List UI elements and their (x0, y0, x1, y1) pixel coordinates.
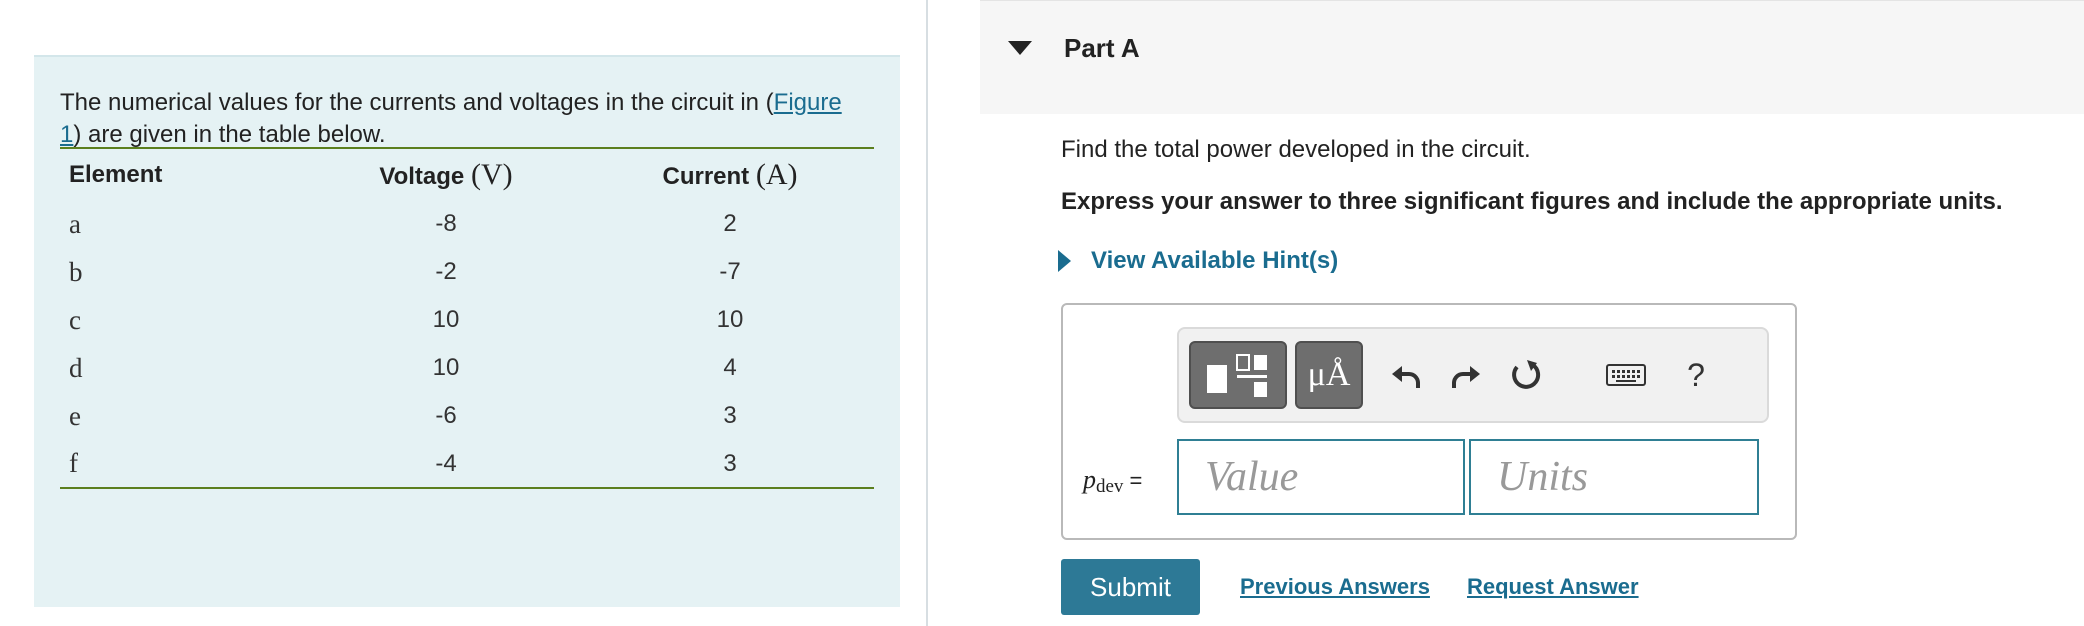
table-header-row: Element Voltage (V) Current (A) (60, 148, 874, 200)
instruction-text: Express your answer to three significant… (1061, 188, 2003, 215)
voltage-cell: -6 (435, 402, 457, 429)
panel-divider (926, 0, 928, 626)
voltage-cell: -2 (435, 258, 457, 285)
current-cell: -7 (719, 258, 741, 285)
part-title: Part A (1064, 33, 1140, 63)
table-row: d 10 4 (60, 344, 874, 392)
table-row: b -2 -7 (60, 248, 874, 296)
math-toolbar: μÅ ? (1177, 327, 1769, 423)
units-input[interactable] (1469, 439, 1759, 515)
element-cell: f (60, 440, 306, 489)
values-table: Element Voltage (V) Current (A) a -8 2 b -2… (60, 147, 874, 489)
table-row: a -8 2 (60, 200, 874, 248)
templates-button[interactable] (1189, 341, 1287, 409)
question-text: Find the total power developed in the ci… (1061, 136, 1531, 163)
request-answer-link[interactable]: Request Answer (1467, 574, 1639, 600)
variable-subscript: dev (1096, 476, 1124, 497)
current-cell: 3 (723, 402, 737, 429)
keyboard-icon (1606, 364, 1646, 386)
equals-sign: = (1129, 468, 1143, 493)
header-unit: (A) (755, 157, 798, 191)
table-row: f -4 3 (60, 440, 874, 489)
problem-intro: The numerical values for the currents an… (60, 87, 860, 151)
element-cell: d (69, 352, 83, 383)
element-cell: e (69, 400, 81, 431)
intro-text-start: The numerical values for the currents an… (60, 89, 774, 116)
table-row: e -6 3 (60, 392, 874, 440)
view-hints-toggle[interactable]: View Available Hint(s) (1058, 247, 1338, 275)
caret-down-icon[interactable] (1008, 41, 1032, 55)
undo-button[interactable] (1381, 341, 1431, 409)
voltage-cell: -8 (435, 210, 457, 237)
units-button[interactable]: μÅ (1295, 341, 1363, 409)
redo-button[interactable] (1441, 341, 1491, 409)
reset-button[interactable] (1501, 341, 1551, 409)
undo-icon (1392, 366, 1420, 388)
header-current: Current (A) (586, 148, 874, 200)
header-unit: (V) (470, 157, 513, 191)
voltage-cell: 10 (432, 306, 460, 333)
current-cell: 3 (586, 440, 874, 489)
element-cell: a (69, 208, 81, 239)
header-label: Voltage (379, 162, 465, 190)
answer-variable-label: pdev = (1083, 465, 1142, 498)
element-cell: c (69, 304, 81, 335)
value-input[interactable] (1177, 439, 1465, 515)
keyboard-button[interactable] (1601, 341, 1651, 409)
header-element: Element (60, 148, 306, 200)
header-label: Current (662, 162, 750, 190)
fraction-template-icon (1207, 354, 1267, 397)
previous-answers-link[interactable]: Previous Answers (1240, 574, 1430, 600)
submit-button[interactable]: Submit (1061, 559, 1200, 615)
table-row: c 10 10 (60, 296, 874, 344)
voltage-cell: 10 (432, 354, 460, 381)
current-cell: 10 (716, 306, 744, 333)
header-voltage: Voltage (V) (306, 148, 586, 200)
redo-icon (1452, 366, 1480, 388)
problem-panel: The numerical values for the currents an… (34, 55, 900, 607)
current-cell: 2 (723, 210, 737, 237)
voltage-cell: -4 (306, 440, 586, 489)
reset-icon (1512, 360, 1541, 389)
part-header[interactable]: Part A (980, 0, 2084, 114)
view-hints-label: View Available Hint(s) (1091, 247, 1339, 274)
header-label: Element (69, 160, 163, 188)
help-button[interactable]: ? (1671, 341, 1721, 409)
answer-box: μÅ ? pdev = Value Units (1061, 303, 1797, 540)
current-cell: 4 (723, 354, 737, 381)
caret-right-icon (1058, 250, 1071, 272)
variable-symbol: p (1083, 465, 1096, 494)
intro-text-end: ) are given in the table below. (73, 121, 386, 148)
element-cell: b (69, 256, 83, 287)
